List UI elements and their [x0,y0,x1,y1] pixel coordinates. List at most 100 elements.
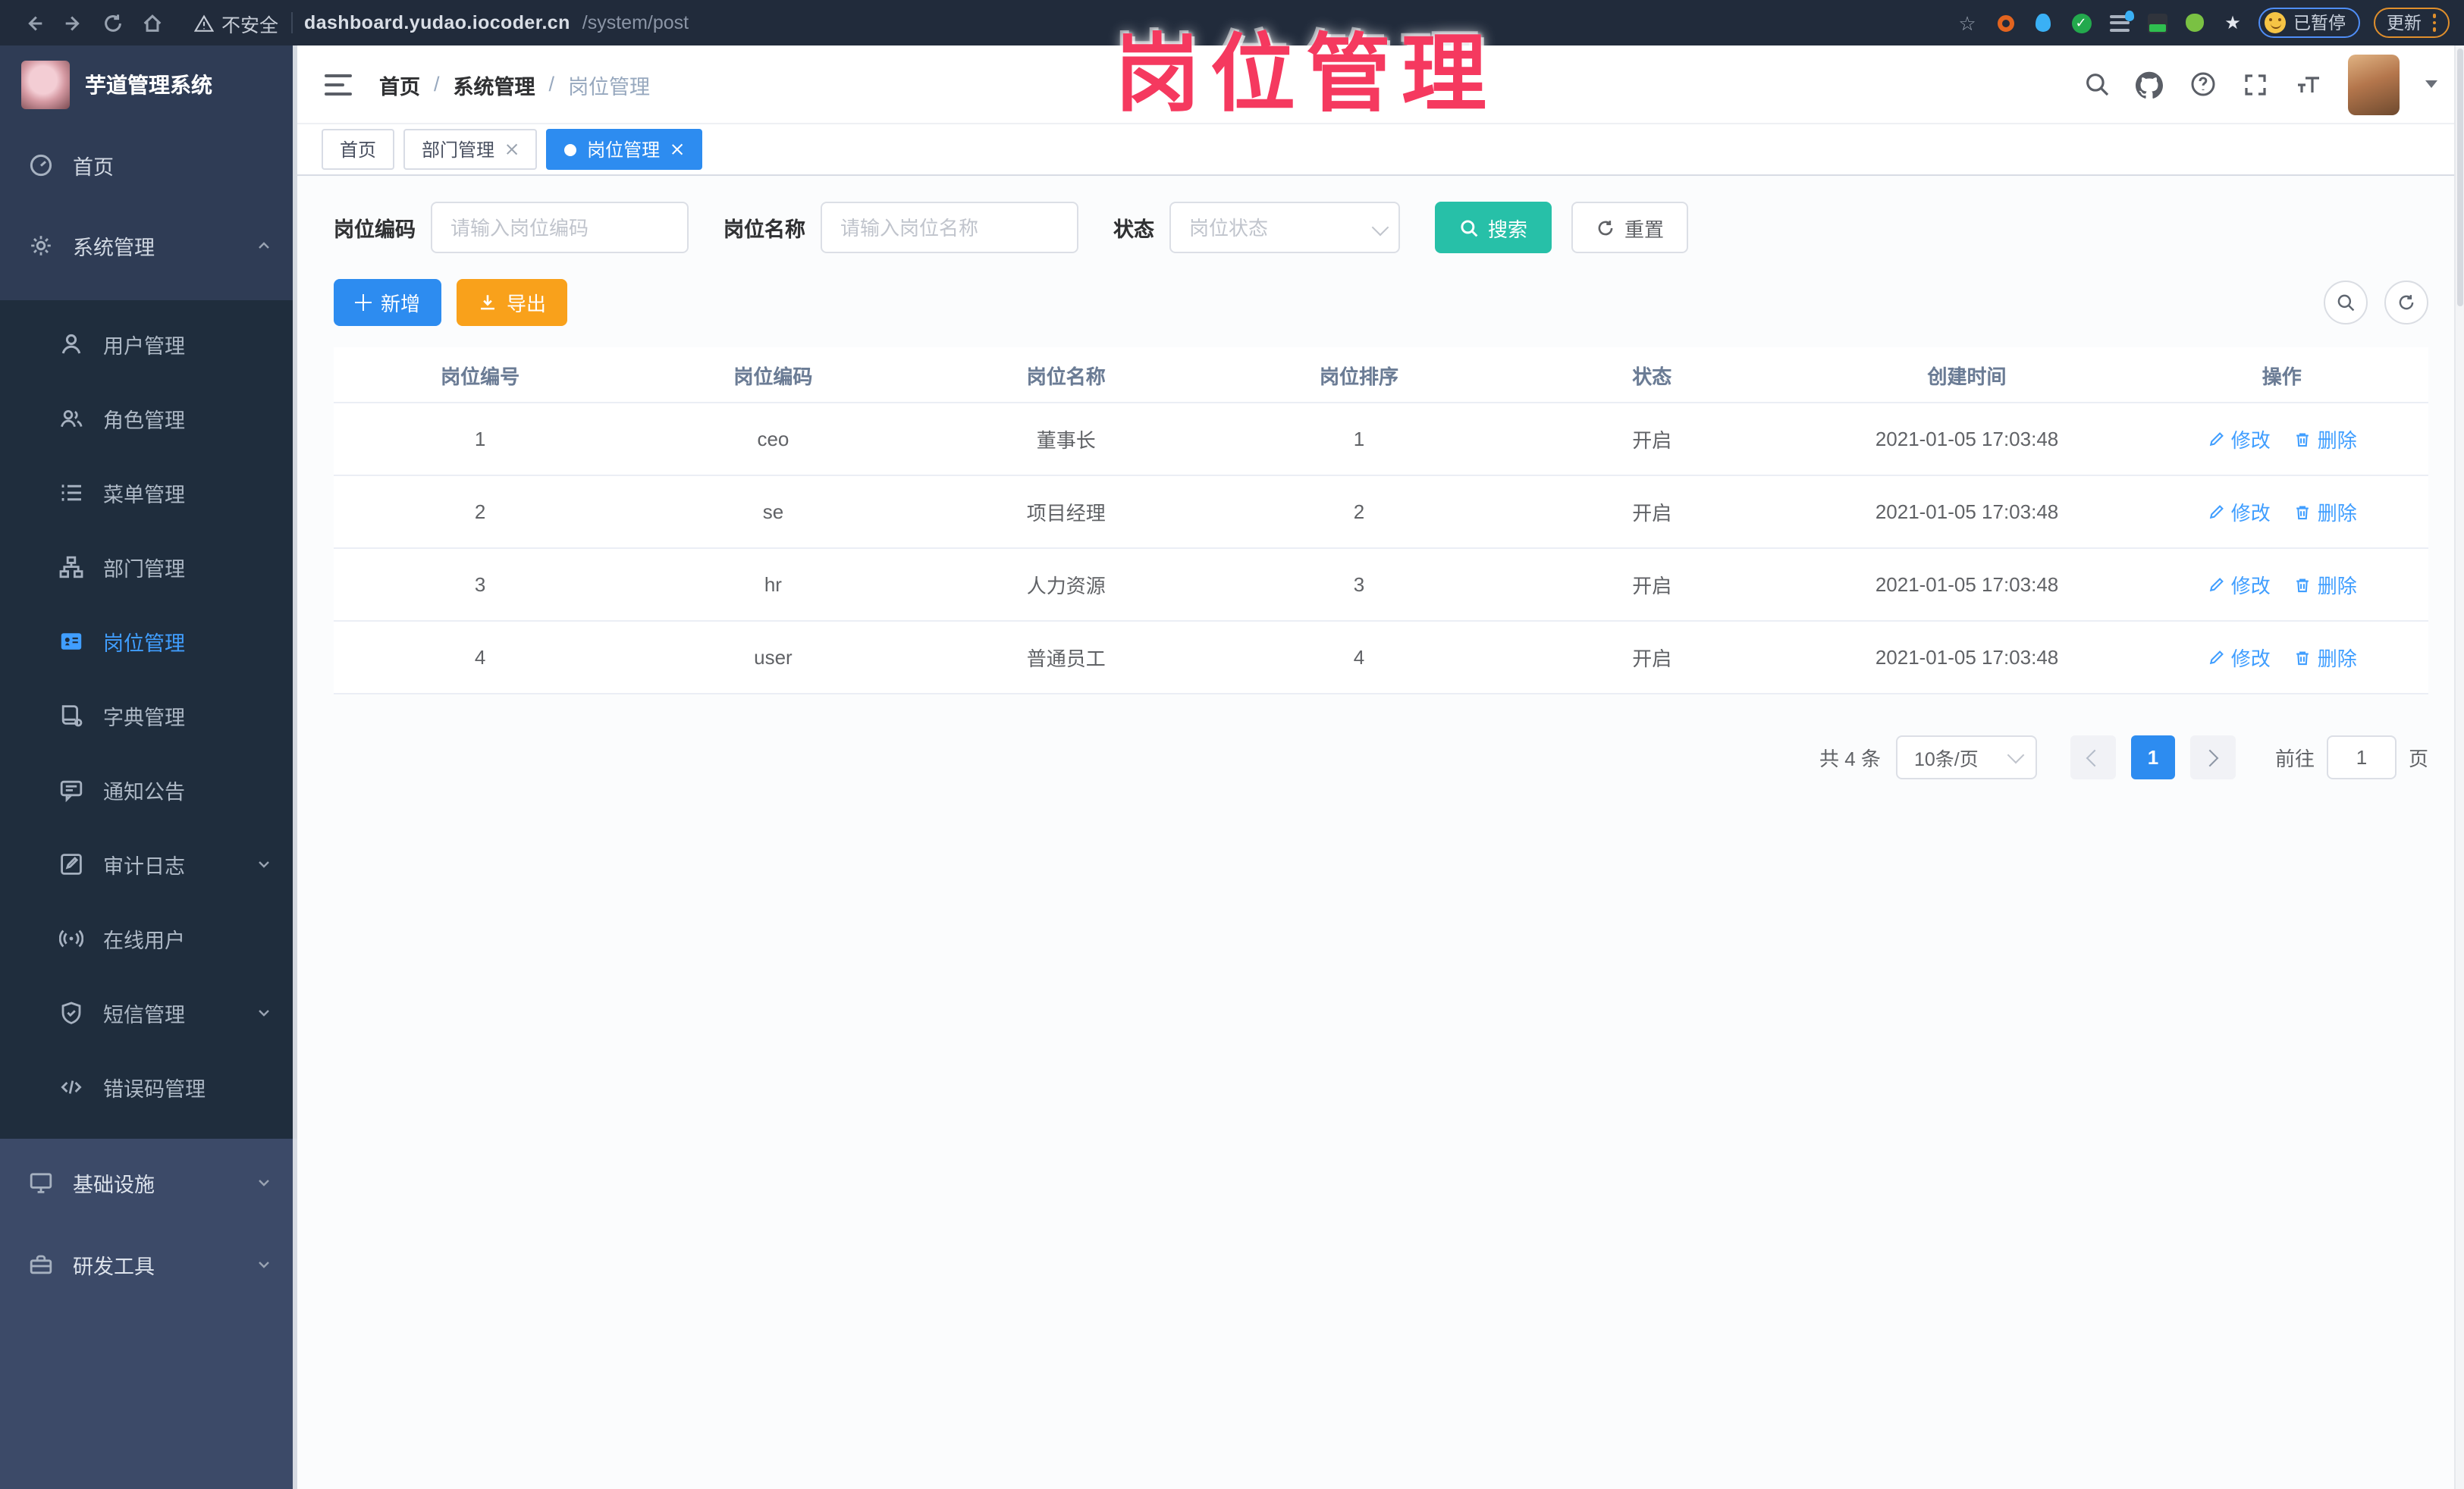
post-name-cell: 普通员工 [1026,647,1106,670]
tab-departments[interactable]: 部门管理 [403,129,538,170]
infrastructure-icon [27,1170,53,1196]
announcement-icon [58,776,83,802]
extension-alien-icon[interactable] [2183,11,2207,35]
fullscreen-icon[interactable] [2242,71,2269,98]
sidebar-item-users[interactable]: 用户管理 [0,306,297,381]
post-sort-cell: 3 [1353,573,1365,596]
delete-link[interactable]: 删除 [2293,497,2357,526]
sidebar-item-label: 审计日志 [103,854,185,877]
sidebar-item-infrastructure[interactable]: 基础设施 [0,1142,297,1224]
reload-icon[interactable] [94,5,130,41]
delete-link[interactable]: 删除 [2293,643,2357,672]
search-button[interactable]: 搜索 [1435,202,1552,253]
sidebar-item-posts[interactable]: 岗位管理 [0,603,297,678]
chevron-left-icon [2086,748,2105,766]
sidebar-item-system[interactable]: 系统管理 [0,205,297,285]
refresh-table-button[interactable] [2384,281,2428,324]
users-icon [58,405,83,431]
status-cell: 开启 [1632,575,1672,597]
edit-link[interactable]: 修改 [2207,497,2271,526]
sidebar-item-dictionary[interactable]: 字典管理 [0,678,297,752]
sidebar-item-online-users[interactable]: 在线用户 [0,901,297,975]
browser-update-pill[interactable]: 更新 [2373,8,2450,38]
tab-home[interactable]: 首页 [322,129,395,170]
github-icon[interactable] [2136,71,2163,98]
tags-view-bar: 首页 部门管理 岗位管理 [297,124,2464,176]
extension-sliders-icon[interactable] [2107,10,2133,35]
page-size-select[interactable]: 10条/页 [1895,735,2037,779]
goto-page-input[interactable] [2326,735,2397,779]
app-logo-row[interactable]: 芋道管理系统 [0,45,297,124]
sidebar: 芋道管理系统 首页 系统管理 用户管理 角色管理 菜单管理 部门管理 岗位管理 … [0,45,297,1489]
post-id-cell: 1 [474,428,486,450]
table-header-row: 岗位编号 岗位编码 岗位名称 岗位排序 状态 创建时间 操作 [334,347,2428,403]
extensions-puzzle-icon[interactable]: ★ [2221,11,2245,35]
sidebar-item-audit-log[interactable]: 审计日志 [0,826,297,901]
sidebar-item-announcements[interactable]: 通知公告 [0,752,297,826]
reset-button[interactable]: 重置 [1571,202,1689,253]
sidebar-item-dev-tools[interactable]: 研发工具 [0,1224,297,1306]
scrollbar-thumb[interactable] [2457,49,2463,306]
sidebar-item-label: 用户管理 [103,334,185,357]
export-button[interactable]: 导出 [457,279,568,326]
edit-link[interactable]: 修改 [2207,643,2271,672]
post-id-cell: 2 [474,500,486,523]
sidebar-bottom-section: 基础设施 研发工具 [0,1139,297,1489]
table-row: 4 user 普通员工 4 开启 2021-01-05 17:03:48 修改 … [334,622,2428,694]
help-icon[interactable] [2189,71,2216,98]
post-name-input[interactable] [821,202,1078,253]
bookmark-star-icon[interactable]: ☆ [1955,11,1979,35]
address-bar[interactable]: 不安全 dashboard.yudao.iocoder.cn/system/po… [194,0,1940,45]
extension-orange-ring-icon[interactable] [1993,11,2017,35]
tab-posts[interactable]: 岗位管理 [546,129,703,170]
sidebar-item-departments[interactable]: 部门管理 [0,529,297,603]
sidebar-item-home[interactable]: 首页 [0,124,297,205]
back-icon[interactable] [15,5,52,41]
sidebar-item-label: 基础设施 [73,1174,155,1196]
sidebar-item-roles[interactable]: 角色管理 [0,381,297,455]
sidebar-item-label: 短信管理 [103,1003,185,1026]
profile-paused-pill[interactable]: 已暂停 [2258,8,2359,38]
tab-label: 部门管理 [422,139,495,161]
extension-gif-icon[interactable] [2145,11,2169,35]
close-icon[interactable] [670,143,684,156]
table-row: 3 hr 人力资源 3 开启 2021-01-05 17:03:48 修改 删除 [334,549,2428,622]
breadcrumb-system[interactable]: 系统管理 [454,69,535,99]
post-code-field-group: 岗位编码 [334,202,689,253]
active-tab-dot [564,143,577,155]
delete-link[interactable]: 删除 [2293,570,2357,599]
add-button[interactable]: 新增 [334,279,442,326]
menu-kebab-icon[interactable] [2432,14,2436,32]
extension-green-check-icon[interactable]: ✓ [2069,11,2093,35]
home-icon[interactable] [133,5,170,41]
sidebar-item-menus[interactable]: 菜单管理 [0,455,297,529]
edit-icon [2209,650,2224,664]
edit-link[interactable]: 修改 [2207,425,2271,453]
search-icon[interactable] [2083,71,2110,98]
scrollbar[interactable] [2454,45,2464,1489]
column-header: 岗位排序 [1319,365,1398,387]
forward-icon[interactable] [55,5,91,41]
post-name-label: 岗位名称 [724,218,805,241]
sidebar-toggle-icon[interactable] [325,74,352,95]
sidebar-item-error-codes[interactable]: 错误码管理 [0,1049,297,1124]
avatar[interactable] [2348,54,2400,114]
hide-search-button[interactable] [2324,281,2368,324]
chevron-down-icon [255,1003,273,1021]
edit-link[interactable]: 修改 [2207,570,2271,599]
plus-icon [355,294,372,311]
breadcrumb-home[interactable]: 首页 [379,69,420,99]
security-chip[interactable]: 不安全 [194,8,278,37]
status-select[interactable] [1169,202,1400,253]
post-name-cell: 项目经理 [1026,502,1106,525]
font-size-icon[interactable] [2295,71,2322,98]
prev-page-button[interactable] [2070,735,2116,779]
sidebar-item-sms[interactable]: 短信管理 [0,975,297,1049]
current-page-button[interactable]: 1 [2130,735,2175,779]
close-icon[interactable] [505,143,519,156]
next-page-button[interactable] [2189,735,2236,779]
extension-blue-drop-icon[interactable] [2031,11,2055,35]
post-code-input[interactable] [431,202,689,253]
delete-link[interactable]: 删除 [2293,425,2357,453]
caret-down-icon[interactable] [2425,80,2437,88]
